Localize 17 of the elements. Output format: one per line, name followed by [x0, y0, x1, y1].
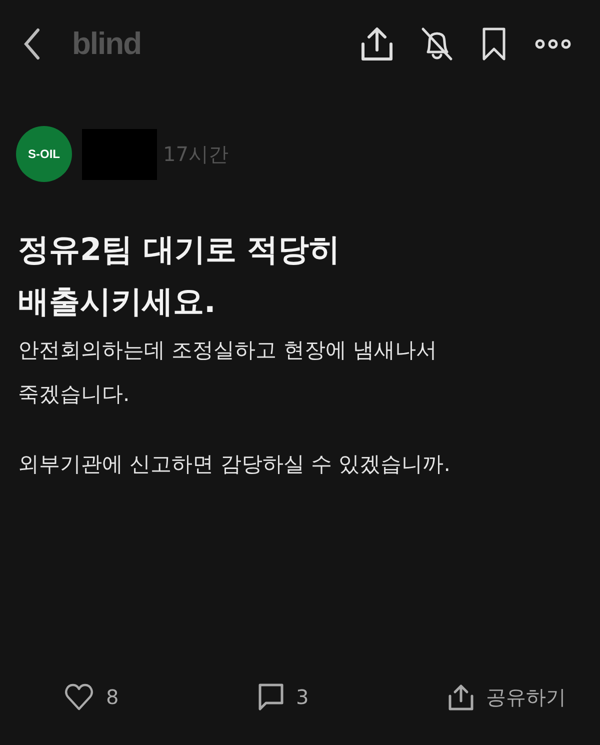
- app-logo: blind: [72, 26, 142, 62]
- more-icon[interactable]: [534, 38, 572, 50]
- share-icon: [448, 683, 474, 711]
- heart-icon: [64, 683, 94, 711]
- bookmark-icon[interactable]: [480, 26, 508, 62]
- post-paragraph: 외부기관에 신고하면 감당하실 수 있겠습니까.: [18, 451, 452, 478]
- post-time: 17시간: [163, 140, 228, 168]
- post-title: 정유2팀 대기로 적당히 배출시키세요.: [18, 231, 342, 322]
- comment-icon: [258, 683, 284, 711]
- back-icon[interactable]: [22, 27, 42, 61]
- post-paragraph: 안전회의하는데 조정실하고 현장에 냄새나서 죽겠습니다.: [18, 337, 438, 408]
- share-button[interactable]: 공유하기: [444, 679, 570, 715]
- comment-button[interactable]: 3: [254, 679, 313, 715]
- company-logo: S-OIL: [16, 126, 72, 182]
- like-button[interactable]: 8: [60, 679, 123, 715]
- share-icon[interactable]: [360, 26, 394, 62]
- notification-off-icon[interactable]: [420, 26, 454, 62]
